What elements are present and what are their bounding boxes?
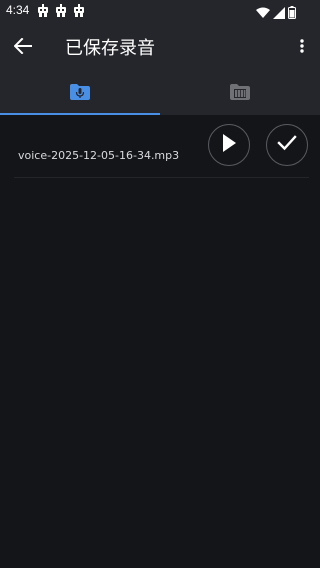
recording-file-name: voice-2025-12-05-16-34.mp3: [18, 149, 180, 162]
robot-icon: [54, 4, 68, 18]
notification-icons: [36, 4, 86, 18]
more-vertical-icon: [300, 38, 304, 57]
saved-recordings-screen: 4:34 已保存录音 voice-2025-12-05-16-34.mp3: [0, 0, 320, 568]
select-button[interactable]: [266, 124, 308, 166]
back-button[interactable]: [10, 35, 36, 61]
overflow-menu-button[interactable]: [296, 37, 308, 57]
folder-piano-icon: [229, 83, 251, 105]
tab-bar: [0, 72, 320, 115]
arrow-left-icon: [13, 37, 32, 58]
battery-icon: [288, 4, 296, 23]
page-title: 已保存录音: [65, 38, 155, 59]
check-icon: [277, 135, 297, 155]
robot-icon: [72, 4, 86, 18]
status-time: 4:34: [6, 3, 30, 17]
folder-mic-icon: [69, 83, 91, 105]
app-bar: 已保存录音: [0, 22, 320, 72]
tab-piano-recordings[interactable]: [160, 72, 320, 115]
robot-icon: [36, 4, 50, 18]
system-icons: [256, 4, 296, 23]
play-icon: [221, 133, 237, 157]
status-bar: 4:34: [0, 0, 320, 22]
signal-icon: [273, 4, 285, 23]
list-item[interactable]: voice-2025-12-05-16-34.mp3: [14, 115, 309, 178]
play-button[interactable]: [208, 124, 250, 166]
wifi-icon: [256, 4, 270, 23]
tab-voice-recordings[interactable]: [0, 72, 160, 115]
recordings-list: voice-2025-12-05-16-34.mp3: [0, 115, 320, 178]
